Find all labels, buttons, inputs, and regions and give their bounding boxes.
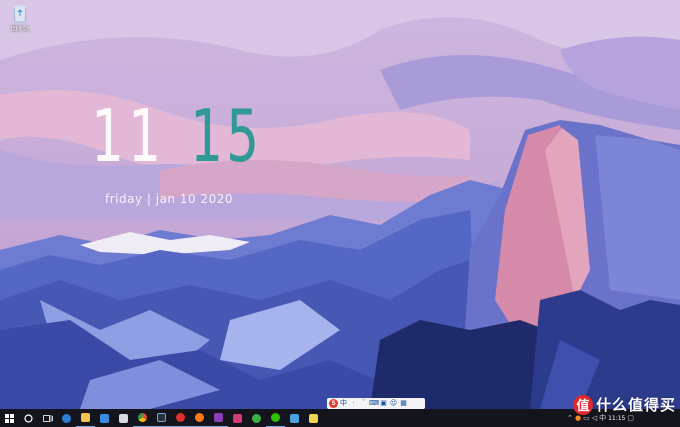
- ime-punctuation-toggle[interactable]: ·: [349, 398, 358, 409]
- watermark-text: 什么值得买: [595, 396, 676, 414]
- taskbar-store[interactable]: [95, 409, 114, 427]
- taskbar-file-explorer[interactable]: [76, 409, 95, 427]
- watermark: 值 什么值得买: [572, 394, 676, 415]
- taskbar-onenote[interactable]: [209, 409, 228, 427]
- taskbar-edge[interactable]: [57, 409, 76, 427]
- terminal-icon: [157, 413, 166, 422]
- clock-widget: 11 15 friday | jan 10 2020: [78, 94, 275, 206]
- task-view-button[interactable]: [38, 409, 57, 427]
- notification-center-icon[interactable]: ▢: [627, 414, 634, 422]
- tray-clock[interactable]: 11:15: [608, 415, 625, 422]
- taskbar-wechat[interactable]: [266, 409, 285, 427]
- ime-skin-icon[interactable]: ▣: [379, 398, 388, 409]
- start-button[interactable]: [0, 409, 19, 427]
- browser-icon: [252, 413, 261, 423]
- taskbar-app[interactable]: [228, 409, 247, 427]
- tray-volume-icon[interactable]: ◁: [592, 414, 597, 422]
- ime-toolbox-icon[interactable]: ▦: [399, 398, 408, 409]
- start-icon: [5, 413, 14, 423]
- ime-voice-icon[interactable]: ˇ: [359, 398, 368, 409]
- ime-toolbar[interactable]: S 中 · ˇ ⌨ ▣ ☺ ▦: [327, 398, 425, 409]
- tray-network-icon[interactable]: ▭: [583, 414, 590, 422]
- firefox-icon: [195, 413, 204, 422]
- wechat-icon: [271, 413, 280, 422]
- desktop-icon-recycle-bin[interactable]: 回收站: [4, 3, 36, 33]
- ime-mode-toggle[interactable]: 中: [339, 398, 348, 409]
- search-button[interactable]: [19, 409, 38, 427]
- ime-keyboard-icon[interactable]: ⌨: [369, 398, 379, 409]
- app-icon: [233, 413, 242, 423]
- recycle-bin-icon: [11, 3, 29, 23]
- desktop-icon-label: 回收站: [10, 26, 29, 33]
- music-icon: [176, 413, 185, 422]
- taskbar-music[interactable]: [171, 409, 190, 427]
- photos-icon: [290, 413, 299, 423]
- tray-app-icon[interactable]: ●: [575, 414, 581, 422]
- task-view-icon: [42, 414, 53, 422]
- taskbar-chrome[interactable]: [133, 409, 152, 427]
- taskbar-photos[interactable]: [285, 409, 304, 427]
- clock-hours: 11: [90, 94, 165, 178]
- clock-minutes: 15: [189, 94, 264, 178]
- taskbar-mail[interactable]: [114, 409, 133, 427]
- cortana-icon: [24, 413, 33, 423]
- taskbar-firefox[interactable]: [190, 409, 209, 427]
- smzdm-logo: 值: [572, 394, 593, 415]
- taskbar-browser[interactable]: [247, 409, 266, 427]
- sogou-logo-icon[interactable]: S: [329, 399, 338, 408]
- taskbar-notes[interactable]: [304, 409, 323, 427]
- edge-icon: [62, 413, 71, 423]
- file-explorer-icon: [81, 413, 90, 422]
- ime-emoji-icon[interactable]: ☺: [389, 398, 398, 409]
- wallpaper: [0, 0, 680, 409]
- chrome-icon: [138, 413, 147, 422]
- onenote-icon: [214, 413, 223, 422]
- clock-date: friday | jan 10 2020: [105, 192, 233, 206]
- notes-icon: [309, 413, 318, 423]
- mail-icon: [119, 413, 128, 423]
- desktop: 回收站 11 15 friday | jan 10 2020: [0, 0, 680, 409]
- taskbar-terminal[interactable]: [152, 409, 171, 427]
- store-icon: [100, 413, 109, 423]
- tray-chevron-up-icon[interactable]: ⌃: [567, 414, 573, 422]
